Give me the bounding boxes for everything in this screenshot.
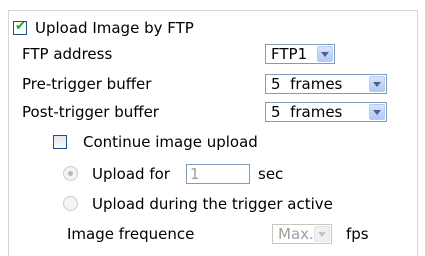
image-frequence-label: Image frequence — [67, 225, 195, 243]
check-icon: ✔ — [15, 19, 26, 34]
continue-upload-checkbox[interactable] — [53, 135, 67, 149]
chevron-down-icon — [369, 76, 385, 92]
upload-for-unit: sec — [258, 165, 284, 183]
upload-for-label: Upload for — [92, 165, 170, 183]
post-trigger-label: Post-trigger buffer — [22, 103, 159, 121]
chevron-down-icon — [369, 104, 385, 120]
upload-during-radio[interactable] — [63, 196, 78, 211]
ftp-address-label: FTP address — [22, 45, 113, 63]
pre-trigger-label: Pre-trigger buffer — [22, 75, 152, 93]
chevron-down-icon — [314, 226, 330, 242]
upload-ftp-checkbox[interactable]: ✔ — [13, 19, 27, 35]
pre-trigger-select[interactable]: 5 frames — [265, 74, 387, 94]
image-frequence-value: Max. — [278, 225, 314, 243]
chevron-down-icon — [317, 46, 333, 62]
continue-upload-label: Continue image upload — [83, 133, 258, 151]
upload-for-radio[interactable] — [63, 166, 78, 181]
ftp-address-value: FTP1 — [271, 45, 308, 63]
upload-during-label: Upload during the trigger active — [92, 195, 333, 213]
pre-trigger-value: 5 frames — [271, 75, 343, 93]
radio-selected-dot — [68, 171, 73, 176]
upload-for-input[interactable]: 1 — [186, 164, 250, 184]
post-trigger-value: 5 frames — [271, 103, 343, 121]
ftp-address-select[interactable]: FTP1 — [265, 44, 335, 64]
upload-ftp-label: Upload Image by FTP — [35, 19, 194, 37]
image-frequence-unit: fps — [346, 225, 369, 243]
image-frequence-select[interactable]: Max. — [272, 224, 332, 244]
post-trigger-select[interactable]: 5 frames — [265, 102, 387, 122]
